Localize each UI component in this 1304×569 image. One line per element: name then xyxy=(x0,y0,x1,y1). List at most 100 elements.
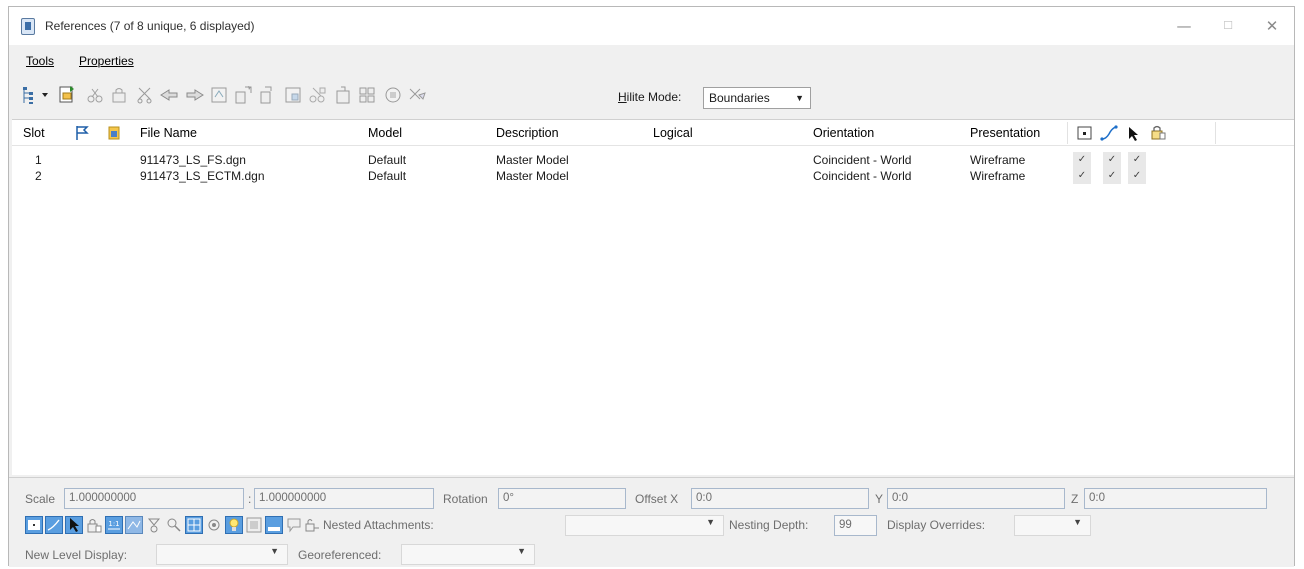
offset-x-field[interactable]: 0:0 xyxy=(691,488,869,509)
display-checkbox[interactable]: ✓ xyxy=(1073,168,1091,184)
mirror-vertical-icon[interactable] xyxy=(283,85,303,105)
offset-y-field[interactable]: 0:0 xyxy=(887,488,1065,509)
cell-orientation: Coincident - World xyxy=(813,169,912,183)
close-button[interactable]: ✕ xyxy=(1250,13,1294,39)
display-raster-toggle-icon[interactable] xyxy=(185,516,203,534)
menu-properties[interactable]: Properties xyxy=(79,54,134,68)
chevron-down-icon: ▼ xyxy=(706,517,715,527)
lock-column-icon[interactable] xyxy=(1150,124,1167,141)
scale-master-field[interactable]: 1.000000000 xyxy=(64,488,244,509)
offset-z-field[interactable]: 0:0 xyxy=(1084,488,1267,509)
chevron-down-icon: ▼ xyxy=(795,93,804,103)
display-checkbox[interactable]: ✓ xyxy=(1073,152,1091,168)
cell-presentation: Wireframe xyxy=(970,169,1026,183)
scale-reference-field[interactable]: 1.000000000 xyxy=(254,488,434,509)
clip-delete-icon[interactable] xyxy=(357,85,377,105)
cell-presentation: Wireframe xyxy=(970,153,1026,167)
column-header-presentation[interactable]: Presentation xyxy=(970,120,1040,146)
ignore-attachment-toggle-icon[interactable] xyxy=(165,516,183,534)
cell-model: Default xyxy=(368,169,407,183)
georeferenced-select[interactable]: ▼ xyxy=(401,544,535,565)
locate-checkbox[interactable]: ✓ xyxy=(1128,168,1146,184)
nesting-depth-label: Nesting Depth: xyxy=(729,518,809,532)
chevron-down-icon: ▼ xyxy=(270,546,279,556)
column-separator xyxy=(1215,122,1216,144)
nested-attachments-label: Nested Attachments: xyxy=(323,518,434,532)
hilite-mode-select[interactable]: Boundaries ▼ xyxy=(703,87,811,109)
column-header-description[interactable]: Description xyxy=(496,120,559,146)
file-status-icon[interactable] xyxy=(107,126,121,140)
detach-reference-icon[interactable] xyxy=(85,85,105,105)
toolbar: Hilite Mode: Boundaries ▼ xyxy=(9,79,1294,109)
clip-boundary-icon[interactable] xyxy=(307,85,327,105)
chevron-down-icon: ▼ xyxy=(517,546,526,556)
true-scale-toggle-icon[interactable]: 1:1 xyxy=(105,516,123,534)
cell-description: Master Model xyxy=(496,153,569,167)
new-level-display-label: New Level Display: xyxy=(25,548,128,562)
table-row[interactable]: 2 911473_LS_ECTM.dgn Default Master Mode… xyxy=(12,168,1294,184)
scale-reference-icon[interactable] xyxy=(209,85,229,105)
offset-y-label: Y xyxy=(875,492,884,506)
table-header: Slot File Name Model Description Logical… xyxy=(12,120,1294,146)
reference-settings-panel: Scale 1.000000000 : 1.000000000 Rotation… xyxy=(9,477,1294,567)
locate-toggle-icon[interactable] xyxy=(65,516,83,534)
references-table: Slot File Name Model Description Logical… xyxy=(12,119,1294,475)
menu-tools[interactable]: Tools xyxy=(26,54,54,68)
table-row[interactable]: 1 911473_LS_FS.dgn Default Master Model … xyxy=(12,152,1294,168)
column-header-slot[interactable]: Slot xyxy=(23,120,45,146)
column-header-model[interactable]: Model xyxy=(368,120,402,146)
locate-checkbox[interactable]: ✓ xyxy=(1128,152,1146,168)
clip-front-icon[interactable] xyxy=(383,85,403,105)
cell-model: Default xyxy=(368,153,407,167)
column-header-file-name[interactable]: File Name xyxy=(140,120,197,146)
attach-reference-icon[interactable] xyxy=(57,85,77,105)
nesting-depth-field[interactable]: 99 xyxy=(834,515,877,536)
minimize-button[interactable]: — xyxy=(1162,13,1206,39)
scale-line-styles-toggle-icon[interactable] xyxy=(125,516,143,534)
rotation-field[interactable]: 0° xyxy=(498,488,626,509)
nested-attachments-icon[interactable] xyxy=(303,516,321,534)
level-override-toggle-icon[interactable] xyxy=(245,516,263,534)
cell-file-name: 911473_LS_FS.dgn xyxy=(140,153,246,167)
rotation-label: Rotation xyxy=(443,492,488,506)
snap-checkbox[interactable]: ✓ xyxy=(1103,152,1121,168)
clip-back-toggle-icon[interactable] xyxy=(145,516,163,534)
cell-file-name: 911473_LS_ECTM.dgn xyxy=(140,169,265,183)
flag-icon[interactable] xyxy=(74,125,90,141)
lightbulb-toggle-icon[interactable] xyxy=(225,516,243,534)
clip-mask-icon[interactable] xyxy=(333,85,353,105)
move-reference-icon[interactable] xyxy=(159,85,179,105)
tree-toggle-icon[interactable] xyxy=(205,516,223,534)
treat-as-element-toggle-icon[interactable] xyxy=(265,516,283,534)
scale-separator: : xyxy=(248,492,252,506)
display-toggle-icon[interactable] xyxy=(25,516,43,534)
tree-view-dropdown-icon[interactable] xyxy=(21,85,51,105)
copy-reference-icon[interactable] xyxy=(185,85,205,105)
cell-description: Master Model xyxy=(496,169,569,183)
chevron-down-icon: ▼ xyxy=(1073,517,1082,527)
menu-bar: Tools Properties xyxy=(9,49,1294,73)
lock-toggle-icon[interactable] xyxy=(85,516,103,534)
window-title: References (7 of 8 unique, 6 displayed) xyxy=(45,19,255,33)
column-header-orientation[interactable]: Orientation xyxy=(813,120,874,146)
title-bar: References (7 of 8 unique, 6 displayed) … xyxy=(9,7,1294,45)
georeferenced-label: Georeferenced: xyxy=(298,548,382,562)
snap-column-icon[interactable] xyxy=(1100,125,1118,141)
snap-checkbox[interactable]: ✓ xyxy=(1103,168,1121,184)
new-level-display-select[interactable]: ▼ xyxy=(156,544,288,565)
cell-slot: 1 xyxy=(35,153,42,167)
display-overrides-select[interactable]: ▼ xyxy=(1014,515,1091,536)
rotate-reference-icon[interactable] xyxy=(233,85,253,105)
locate-column-icon[interactable] xyxy=(1127,126,1141,142)
display-column-icon[interactable] xyxy=(1077,126,1092,140)
annotation-toggle-icon[interactable] xyxy=(285,516,303,534)
reload-reference-icon[interactable] xyxy=(109,85,129,105)
maximize-button[interactable]: ☐ xyxy=(1206,13,1250,39)
column-header-logical[interactable]: Logical xyxy=(653,120,693,146)
make-direct-attachment-icon[interactable] xyxy=(407,85,427,105)
snap-toggle-icon[interactable] xyxy=(45,516,63,534)
exchange-reference-icon[interactable] xyxy=(135,85,155,105)
offset-x-label: Offset X xyxy=(635,492,679,506)
nested-attachments-select[interactable]: ▼ xyxy=(565,515,724,536)
mirror-horizontal-icon[interactable] xyxy=(257,85,277,105)
